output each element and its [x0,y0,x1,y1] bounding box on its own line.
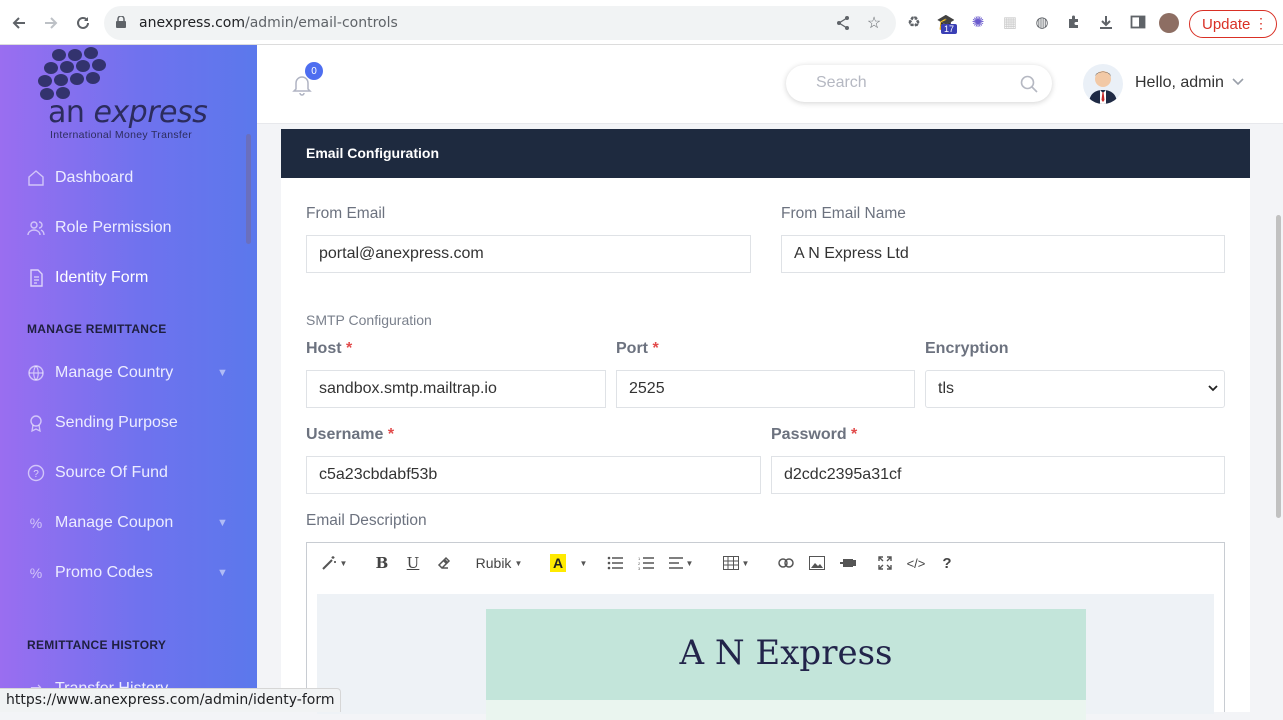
port-label: Port * [616,340,659,357]
underline-button[interactable]: U [402,552,424,574]
notification-count-badge: 0 [305,62,323,80]
award-icon [27,414,45,432]
eraser-icon[interactable] [433,552,455,574]
help-button[interactable]: ? [937,552,957,574]
username-field[interactable]: c5a23cbdabf53b [306,456,761,494]
recycle-extension-icon[interactable]: ♻ [904,12,924,32]
svg-text:3: 3 [638,566,641,570]
update-button[interactable]: Update ⋮ [1189,10,1277,38]
logo-tagline: International Money Transfer [50,129,193,141]
font-family-dropdown[interactable]: Rubik ▼ [472,552,526,574]
back-icon[interactable] [8,12,30,34]
text-color-icon[interactable]: A [548,552,568,574]
password-field[interactable]: d2cdc2395a31cf [771,456,1225,494]
chevron-down-icon: ▼ [217,517,228,529]
code-view-button[interactable]: </> [904,552,928,574]
email-preview-banner: A N Express [486,609,1086,700]
sidebar: an express International Money Transfer … [0,45,257,712]
status-bar-url: https://www.anexpress.com/admin/identy-f… [0,688,342,712]
percent-icon: % [29,565,43,581]
chevron-down-icon: ▼ [217,567,228,579]
editor-content[interactable]: A N Express [317,594,1214,720]
video-icon[interactable] [838,552,858,574]
svg-text:A: A [553,555,563,571]
section-manage-remittance: MANAGE REMITTANCE [27,322,167,336]
sidebar-item-dashboard[interactable]: Dashboard [27,166,133,190]
side-panel-icon[interactable] [1128,12,1148,32]
search-input[interactable] [814,73,1014,93]
chevron-down-icon[interactable] [1232,77,1244,89]
sidebar-item-promo-codes[interactable]: % Promo Codes ▼ [27,561,228,585]
table-icon[interactable]: ▼ [722,552,750,574]
text-color-dropdown-icon[interactable]: ▼ [576,552,588,574]
svg-text:?: ? [33,469,39,480]
puzzle-icon[interactable] [1064,12,1084,32]
username-label: Username * [306,426,395,443]
profile-avatar[interactable] [1159,13,1179,33]
forward-icon[interactable] [40,12,62,34]
share-icon[interactable] [834,14,852,32]
panel-title: Email Configuration [281,129,1250,178]
gear-extension-icon[interactable]: ✺ [968,12,988,32]
image-icon[interactable] [807,552,827,574]
email-preview-title: A N Express [679,633,893,673]
fullscreen-icon[interactable] [875,552,895,574]
align-icon[interactable]: ▼ [667,552,695,574]
from-email-field[interactable]: portal@anexpress.com [306,235,751,273]
chevron-down-icon [1208,384,1218,395]
sidebar-scrollbar[interactable] [246,134,251,244]
users-icon [27,219,45,237]
address-bar[interactable]: anexpress.com/admin/email-controls ☆ [104,6,896,40]
bookmark-star-icon[interactable]: ☆ [865,14,883,32]
page-scrollbar[interactable] [1276,215,1281,518]
email-configuration-panel: Email Configuration From Email portal@an… [281,129,1250,720]
url-text: anexpress.com/admin/email-controls [139,15,398,31]
section-remittance-history: REMITTANCE HISTORY [27,638,167,652]
chevron-down-icon: ▼ [217,367,228,379]
extension-badge: 17 [941,24,958,34]
user-avatar[interactable] [1083,64,1123,104]
sidebar-item-source-of-fund[interactable]: ? Source Of Fund [27,461,168,485]
question-circle-icon: ? [27,464,45,482]
encryption-select[interactable]: tls [925,370,1225,408]
home-icon [27,169,45,187]
port-field[interactable]: 2525 [616,370,915,408]
download-icon[interactable] [1096,12,1116,32]
magic-style-icon[interactable]: ▼ [319,552,349,574]
rich-text-editor: ▼ B U Rubik ▼ A ▼ 123 ▼ ▼ </> ? A N Expr… [306,542,1225,720]
encryption-label: Encryption [925,340,1009,357]
search-box [786,65,1052,102]
from-email-name-label: From Email Name [781,205,906,222]
smtp-configuration-heading: SMTP Configuration [306,312,432,328]
grid-extension-icon[interactable]: ▦ [1000,12,1020,32]
sidebar-item-sending-purpose[interactable]: Sending Purpose [27,411,178,435]
lock-icon [116,16,126,28]
host-field[interactable]: sandbox.smtp.mailtrap.io [306,370,606,408]
host-label: Host * [306,340,353,357]
email-preview-body [486,700,1086,720]
numbered-list-icon[interactable]: 123 [636,552,656,574]
bullet-list-icon[interactable] [605,552,625,574]
password-label: Password * [771,426,858,443]
document-icon [27,269,45,287]
more-menu-icon[interactable]: ⋮ [1254,15,1268,32]
sidebar-item-identity-form[interactable]: Identity Form [27,266,148,290]
user-greeting[interactable]: Hello, admin [1135,74,1224,92]
percent-icon: % [29,515,43,531]
sidebar-item-role-permission[interactable]: Role Permission [27,216,171,240]
top-header: 0 Hello, admin [257,45,1283,124]
search-icon[interactable] [1020,75,1038,93]
bold-button[interactable]: B [371,552,393,574]
sidebar-item-manage-coupon[interactable]: % Manage Coupon ▼ [27,511,228,535]
globe-icon [27,364,45,382]
link-icon[interactable] [776,552,796,574]
browser-toolbar: anexpress.com/admin/email-controls ☆ ♻ 🎓… [0,0,1283,45]
sidebar-item-manage-country[interactable]: Manage Country ▼ [27,361,228,385]
globe-extension-icon[interactable]: ◍ [1032,12,1052,32]
reload-icon[interactable] [72,12,94,34]
logo-wordmark: an express [48,95,208,130]
from-email-name-field[interactable]: A N Express Ltd [781,235,1225,273]
email-description-label: Email Description [306,512,427,529]
from-email-label: From Email [306,205,386,222]
